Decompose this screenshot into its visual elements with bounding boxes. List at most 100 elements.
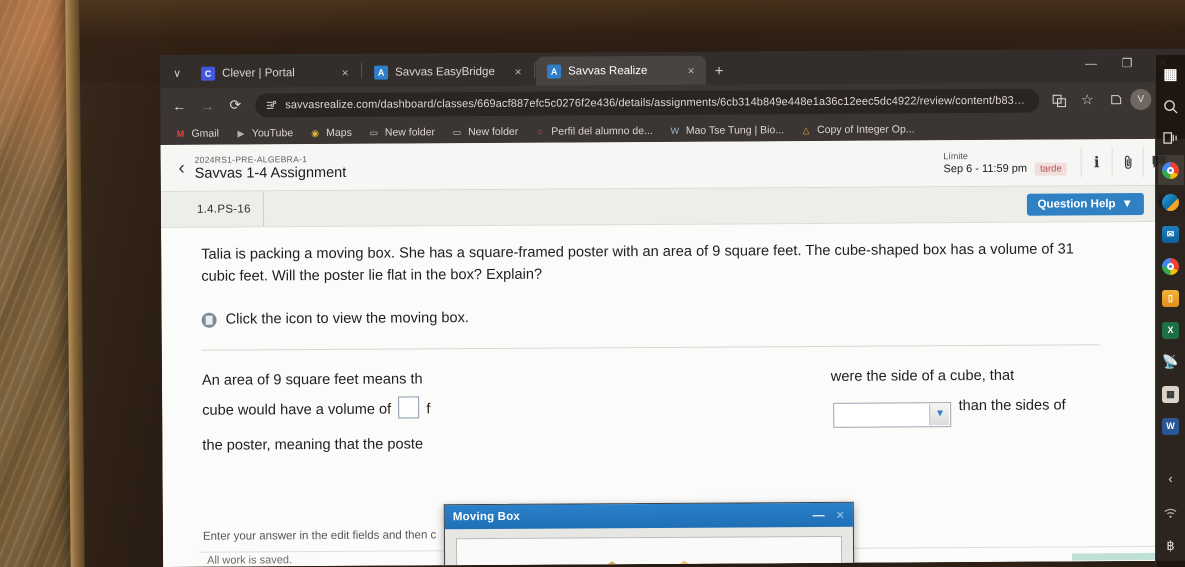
chevron-down-icon: ▼	[929, 404, 950, 426]
bookmark-label: YouTube	[251, 127, 294, 140]
tab-search-chevron-icon[interactable]: ∨	[164, 58, 190, 88]
satellite-icon[interactable]: 📡	[1158, 347, 1184, 377]
tab-close-icon[interactable]: ×	[338, 65, 352, 79]
laptop-photo-backdrop: ∨ C Clever | Portal × A Savvas EasyBridg…	[0, 0, 1185, 567]
tab-close-icon[interactable]: ×	[684, 63, 698, 77]
view-moving-box-link[interactable]: Click the icon to view the moving box.	[201, 306, 1151, 328]
bookmark-label: Gmail	[191, 127, 219, 140]
toolkit-icon[interactable]: ▦	[1158, 379, 1184, 409]
moving-box-illustration: TALIA 11	[457, 537, 842, 567]
clever-icon: C	[201, 66, 216, 81]
attachment-icon[interactable]	[1111, 146, 1143, 178]
savvas-icon: A	[547, 64, 562, 79]
maps-icon: ◉	[311, 127, 320, 138]
dialog-close-button[interactable]: ✕	[836, 508, 845, 521]
bookmark-new-folder-2[interactable]: ▭ New folder	[445, 125, 524, 139]
bookmark-label: Mao Tse Tung | Bio...	[685, 124, 785, 137]
reload-button[interactable]: ⟳	[222, 92, 248, 118]
answer-text-part-1: An area of 9 square feet means th	[201, 371, 423, 390]
folder-icon: ▭	[369, 127, 379, 138]
tab-title: Savvas Realize	[568, 64, 648, 78]
tab-title: Savvas EasyBridge	[395, 65, 495, 79]
answer-instructions: Enter your answer in the edit fields and…	[202, 529, 437, 543]
info-icon[interactable]: ℹ	[1080, 147, 1112, 178]
windows-taskbar: ▦ ✉ ▯ X 📡 ▦ W ‹ ฿	[1155, 55, 1185, 567]
answer-input-blank[interactable]	[398, 396, 420, 419]
mail-icon[interactable]: ✉	[1158, 219, 1184, 249]
word-icon[interactable]: W	[1158, 411, 1184, 441]
start-icon[interactable]: ▦	[1158, 59, 1184, 89]
bookmark-gmail[interactable]: M Gmail	[168, 127, 225, 141]
minimize-button[interactable]: —	[1073, 51, 1109, 75]
answer-text-part-6: the poster, meaning that the poste	[202, 436, 424, 454]
chrome-icon[interactable]	[1158, 251, 1184, 281]
browser-tab-easybridge[interactable]: A Savvas EasyBridge ×	[363, 57, 533, 87]
question-help-label: Question Help	[1037, 197, 1116, 211]
browser-tab-clever[interactable]: C Clever | Portal ×	[190, 58, 360, 88]
icon-link-label: Click the icon to view the moving box.	[225, 310, 470, 328]
maximize-button[interactable]: ❐	[1109, 51, 1145, 75]
assignment-title: Savvas 1-4 Assignment	[194, 164, 347, 182]
savvas-realize-page: ‹ 2024RS1-PRE-ALGEBRA-1 Savvas 1-4 Assig…	[160, 138, 1185, 567]
section-divider	[201, 344, 1100, 352]
bookmark-label: Copy of Integer Op...	[817, 123, 915, 136]
bookmark-label: New folder	[468, 125, 519, 139]
moving-box-image-frame: TALIA 11	[455, 535, 843, 567]
bookmark-maps[interactable]: ◉ Maps	[303, 126, 358, 140]
tab-divider	[361, 62, 363, 79]
browser-tab-strip: ∨ C Clever | Portal × A Savvas EasyBridg…	[160, 48, 1185, 88]
dialog-minimize-button[interactable]: —	[813, 508, 825, 522]
browser-tab-savvas-realize[interactable]: A Savvas Realize ×	[536, 55, 707, 86]
profile-avatar[interactable]: V	[1130, 88, 1152, 111]
show-hidden-icons-icon[interactable]: ‹	[1158, 463, 1184, 493]
comparison-dropdown[interactable]: ▼	[833, 402, 952, 428]
course-code: 2024RS1-PRE-ALGEBRA-1	[194, 153, 308, 165]
bookmark-label: New folder	[384, 126, 436, 139]
edge-icon[interactable]	[1158, 187, 1184, 217]
bookmark-youtube[interactable]: ▶ YouTube	[229, 126, 299, 140]
question-toolbar: 1.4.PS-16 Question Help ▼	[160, 185, 1185, 228]
back-to-assignments-button[interactable]: ‹	[169, 157, 195, 178]
back-button[interactable]: ←	[166, 92, 192, 118]
answer-sentence: An area of 9 square feet means th were t…	[202, 362, 1103, 462]
site-settings-icon[interactable]	[265, 99, 277, 111]
bookmark-new-folder-1[interactable]: ▭ New folder	[362, 125, 441, 139]
address-bar[interactable]: savvasrealize.com/dashboard/classes/669a…	[255, 88, 1040, 117]
excel-icon[interactable]: X	[1158, 315, 1184, 345]
assignment-titles: 2024RS1-PRE-ALGEBRA-1 Savvas 1-4 Assignm…	[194, 153, 347, 182]
due-label: Límite	[943, 150, 968, 161]
answer-text-part-5: than the sides of	[958, 397, 1066, 415]
moving-box-dialog: Moving Box — ✕	[443, 501, 856, 567]
file-explorer-icon[interactable]: ▯	[1158, 283, 1184, 313]
tab-title: Clever | Portal	[222, 66, 295, 80]
question-help-button[interactable]: Question Help ▼	[1026, 192, 1144, 216]
translate-icon[interactable]	[1046, 87, 1072, 113]
cardboard-box-svg: TALIA 11	[542, 548, 757, 567]
extensions-icon[interactable]	[1102, 87, 1128, 113]
assignment-header: ‹ 2024RS1-PRE-ALGEBRA-1 Savvas 1-4 Assig…	[160, 138, 1185, 192]
chrome-icon[interactable]	[1157, 155, 1184, 185]
forward-button[interactable]: →	[194, 92, 220, 118]
assignment-header-right: Límite Sep 6 - 11:59 pm tarde ℹ	[943, 146, 1174, 178]
task-view-icon[interactable]	[1158, 123, 1184, 153]
dialog-titlebar[interactable]: Moving Box — ✕	[444, 502, 853, 530]
answer-text-part-4: f	[426, 401, 431, 418]
drive-icon: △	[802, 124, 810, 135]
wifi-icon[interactable]	[1158, 497, 1184, 527]
bookmark-mao-tse-tung[interactable]: W Mao Tse Tung | Bio...	[663, 123, 790, 138]
youtube-icon: ▶	[237, 127, 245, 139]
question-prompt: Talia is packing a moving box. She has a…	[201, 241, 1074, 285]
search-icon[interactable]	[1158, 91, 1184, 121]
bookmark-star-icon[interactable]: ☆	[1074, 87, 1100, 113]
late-status-badge: tarde	[1035, 161, 1067, 176]
wikipedia-icon: W	[670, 125, 680, 136]
bookmark-integer-op[interactable]: △ Copy of Integer Op...	[794, 122, 921, 137]
bluetooth-icon[interactable]: ฿	[1158, 531, 1184, 561]
bookmark-perfil-alumno[interactable]: ○ Perfil del alumno de...	[528, 124, 659, 139]
tab-close-icon[interactable]: ×	[511, 64, 525, 78]
footer-progress-bar	[1072, 552, 1159, 561]
question-body: Talia is packing a moving box. She has a…	[161, 221, 1185, 567]
bookmark-label: Maps	[326, 126, 352, 139]
bookmark-label: Perfil del alumno de...	[551, 124, 653, 138]
new-tab-button[interactable]: +	[706, 57, 732, 85]
